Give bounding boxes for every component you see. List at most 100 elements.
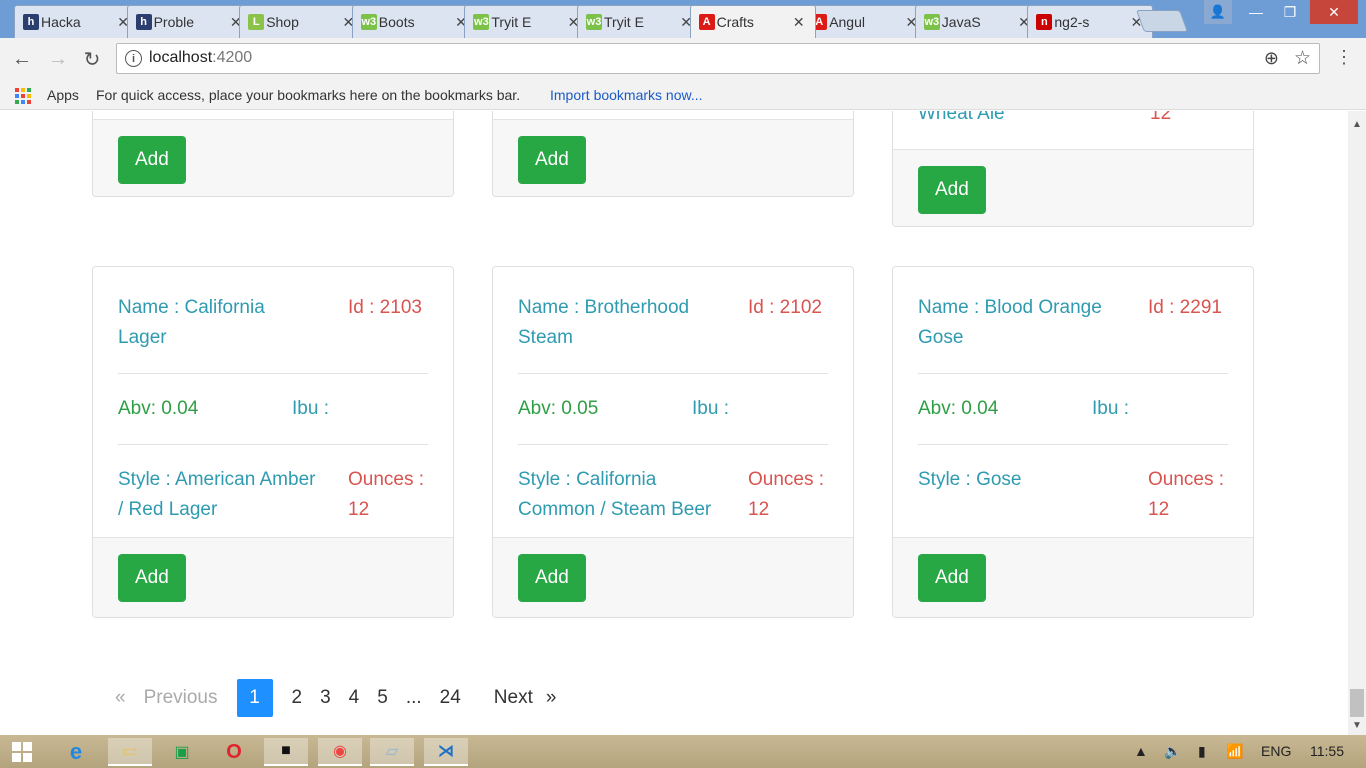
network-icon[interactable]: 📶 <box>1226 743 1243 760</box>
browser-tab[interactable]: w3 JavaS ✕ <box>914 5 1041 38</box>
beer-ibu: Ibu : <box>1092 398 1129 419</box>
maximize-button[interactable]: ❐ <box>1272 0 1308 24</box>
chrome-icon[interactable]: ◉ <box>318 738 362 766</box>
browser-tab[interactable]: h Proble ✕ <box>126 5 253 38</box>
divider <box>518 444 828 445</box>
tab-close-icon[interactable]: ✕ <box>793 14 805 31</box>
zoom-icon[interactable]: ⊕ <box>1264 48 1279 69</box>
page-link[interactable]: 3 <box>311 679 340 717</box>
card-body: Name : Blood Orange Gose Id : 2291 Abv: 0.… <box>893 267 1253 537</box>
divider <box>118 444 428 445</box>
bookmarks-hint: For quick access, place your bookmarks h… <box>96 87 521 103</box>
browser-tab[interactable]: w3 Tryit E ✕ <box>577 5 703 38</box>
card-footer: Add <box>493 537 853 617</box>
beer-style: Style : California Common / Steam Beer <box>518 469 712 520</box>
browser-tab[interactable]: w3 Boots ✕ <box>351 5 478 38</box>
tab-title: ng2-s <box>1054 14 1090 30</box>
browser-tab[interactable]: L Shop ✕ <box>239 5 366 38</box>
last-page-link[interactable]: » <box>542 679 566 717</box>
page-link[interactable]: 24 <box>431 679 470 717</box>
add-button[interactable]: Add <box>518 136 586 184</box>
browser-tab[interactable]: A Crafts ✕ <box>689 5 816 38</box>
scroll-thumb[interactable] <box>1350 689 1364 717</box>
add-button[interactable]: Add <box>518 554 586 602</box>
beer-ounces: Ounces : 12 <box>348 469 425 520</box>
tab-title: Shop <box>266 14 299 30</box>
add-button[interactable]: Add <box>918 554 986 602</box>
page-link[interactable]: 5 <box>368 679 397 717</box>
store-icon[interactable]: ▣ <box>160 738 204 766</box>
scroll-up-icon[interactable]: ▲ <box>1352 119 1362 130</box>
beer-card: Name : California Lager Id : 2103 Abv: 0.0… <box>92 266 454 618</box>
add-button[interactable]: Add <box>118 554 186 602</box>
volume-icon[interactable]: 🔈 <box>1164 743 1181 760</box>
bookmark-star-icon[interactable]: ☆ <box>1294 47 1311 70</box>
battery-icon[interactable]: ▮ <box>1198 743 1206 760</box>
next-page-link[interactable]: Next <box>470 679 542 717</box>
tab-title: Proble <box>153 14 195 30</box>
scroll-down-icon[interactable]: ▼ <box>1352 720 1362 731</box>
page-link[interactable]: 1 <box>236 679 273 717</box>
command-prompt-icon[interactable]: ■ <box>264 738 308 766</box>
new-tab-button[interactable] <box>1135 10 1189 32</box>
browser-titlebar: h Hacka ✕ h Proble ✕ L Shop ✕ w3 Boots ✕ w3 Tryit E ✕ w… <box>0 0 1366 38</box>
page-ellipsis: ... <box>405 687 422 708</box>
info-icon[interactable]: i <box>125 50 142 67</box>
beer-id: Id : 2291 <box>1148 297 1222 318</box>
windows-start-icon[interactable] <box>12 742 32 762</box>
windows-taskbar: e ▭ ▣ O ■ ◉ ▱ ⋊ ▲ 🔈 ▮ 📶 ENG 11:55 <box>0 735 1366 768</box>
opera-icon[interactable]: O <box>212 738 256 766</box>
beer-id: Id : 2102 <box>748 297 822 318</box>
page-link[interactable]: 4 <box>340 679 369 717</box>
tray-chevron-icon[interactable]: ▲ <box>1134 743 1148 759</box>
notepad-icon[interactable]: ▱ <box>370 738 414 766</box>
window-close-button[interactable]: ✕ <box>1310 0 1358 24</box>
page-viewport: Add Add Wheat Ale 12 Add Name : Californ… <box>0 111 1348 735</box>
browser-tab[interactable]: A Angul ✕ <box>802 5 929 38</box>
divider <box>918 373 1228 374</box>
profile-icon[interactable]: 👤 <box>1204 0 1232 24</box>
tab-title: Hacka <box>41 14 81 30</box>
tab-title: Angul <box>829 14 865 30</box>
first-page-link[interactable]: « <box>106 679 135 717</box>
apps-icon[interactable] <box>15 88 31 104</box>
clock[interactable]: 11:55 <box>1310 743 1344 759</box>
reload-icon[interactable]: ↻ <box>80 47 104 71</box>
url-text[interactable]: localhost:4200 <box>149 49 252 67</box>
back-icon[interactable]: ← <box>10 47 34 71</box>
browser-toolbar: ← → ↻ i localhost:4200 ⊕ ☆ ⋮ <box>0 38 1366 80</box>
minimize-button[interactable]: — <box>1238 0 1274 24</box>
vscode-icon[interactable]: ⋊ <box>424 738 468 766</box>
forward-icon[interactable]: → <box>46 47 70 71</box>
internet-explorer-icon[interactable]: e <box>54 738 98 766</box>
browser-tab[interactable]: n ng2-s ✕ <box>1027 5 1154 38</box>
chrome-menu-icon[interactable]: ⋮ <box>1334 47 1354 71</box>
language-indicator[interactable]: ENG <box>1261 743 1291 759</box>
hackerrank-icon: h <box>135 14 152 30</box>
file-explorer-icon[interactable]: ▭ <box>108 738 152 766</box>
add-button[interactable]: Add <box>118 136 186 184</box>
vertical-scrollbar[interactable]: ▲ ▼ <box>1348 111 1366 735</box>
previous-page-link[interactable]: Previous <box>135 679 227 717</box>
hackerrank-icon: h <box>23 14 39 30</box>
beer-style: Style : Gose <box>918 469 1022 490</box>
beer-abv: Abv: 0.04 <box>118 398 199 419</box>
beer-abv: Abv: 0.05 <box>518 398 599 419</box>
beer-name: Name : California Lager <box>118 297 265 348</box>
divider <box>518 373 828 374</box>
beer-name: Name : Brotherhood Steam <box>518 297 690 348</box>
tab-title: Boots <box>378 14 415 30</box>
address-bar[interactable]: i localhost:4200 ⊕ ☆ <box>116 43 1320 74</box>
tab-title: Crafts <box>716 14 754 30</box>
npm-icon: n <box>1036 14 1053 30</box>
import-bookmarks-link[interactable]: Import bookmarks now... <box>550 87 703 103</box>
page-link[interactable]: 2 <box>283 679 312 717</box>
browser-tab[interactable]: w3 Tryit E ✕ <box>464 5 591 38</box>
apps-link[interactable]: Apps <box>47 87 79 103</box>
card-footer: Add <box>893 537 1253 617</box>
add-button[interactable]: Add <box>918 166 986 214</box>
browser-tab[interactable]: h Hacka ✕ <box>14 5 140 38</box>
w3schools-icon: w3 <box>473 14 490 30</box>
beer-card: Name : Blood Orange Gose Id : 2291 Abv: 0.… <box>892 266 1254 618</box>
beer-card-partial: Wheat Ale 12 Add <box>892 111 1254 227</box>
